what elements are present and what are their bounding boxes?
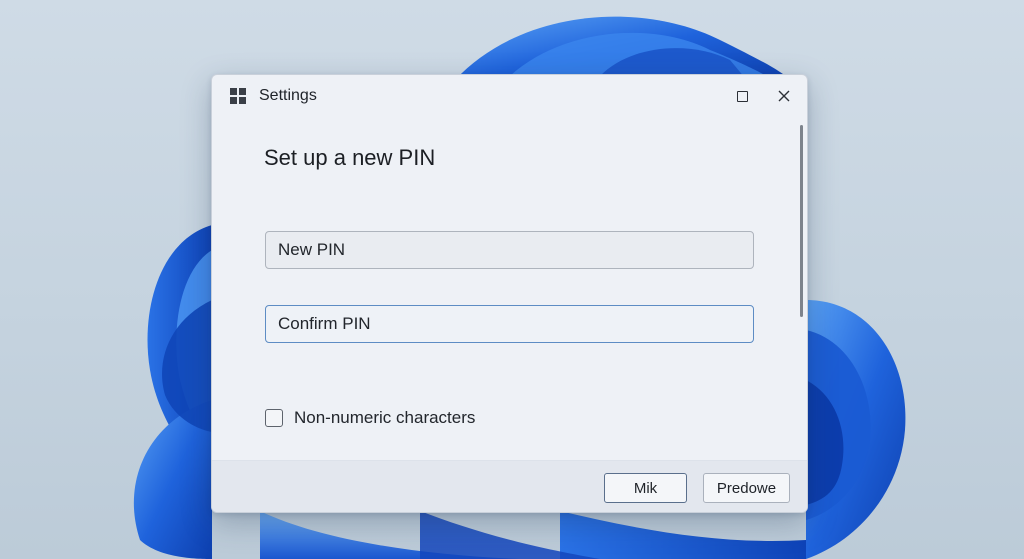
title-bar[interactable]: Settings: [212, 75, 807, 117]
close-icon: [778, 90, 790, 102]
dialog-footer: Mik Predowe: [212, 460, 807, 512]
cancel-button[interactable]: Predowe: [703, 473, 790, 503]
windows-logo-icon: [230, 88, 246, 104]
window-title: Settings: [259, 87, 317, 104]
non-numeric-checkbox[interactable]: [265, 409, 283, 427]
confirm-pin-field[interactable]: [265, 305, 754, 343]
page-title: Set up a new PIN: [264, 145, 436, 170]
close-button[interactable]: [764, 81, 804, 111]
non-numeric-checkbox-label: Non-numeric characters: [294, 408, 476, 427]
settings-window: Settings Set up a new PIN Non-numeric ch…: [211, 74, 808, 513]
ok-button[interactable]: Mik: [604, 473, 687, 503]
non-numeric-checkbox-row[interactable]: Non-numeric characters: [265, 407, 475, 429]
new-pin-field[interactable]: [265, 231, 754, 269]
scrollbar-thumb[interactable]: [800, 125, 803, 317]
maximize-button[interactable]: [722, 81, 762, 111]
desktop: Settings Set up a new PIN Non-numeric ch…: [0, 0, 1024, 559]
maximize-icon: [736, 90, 748, 102]
